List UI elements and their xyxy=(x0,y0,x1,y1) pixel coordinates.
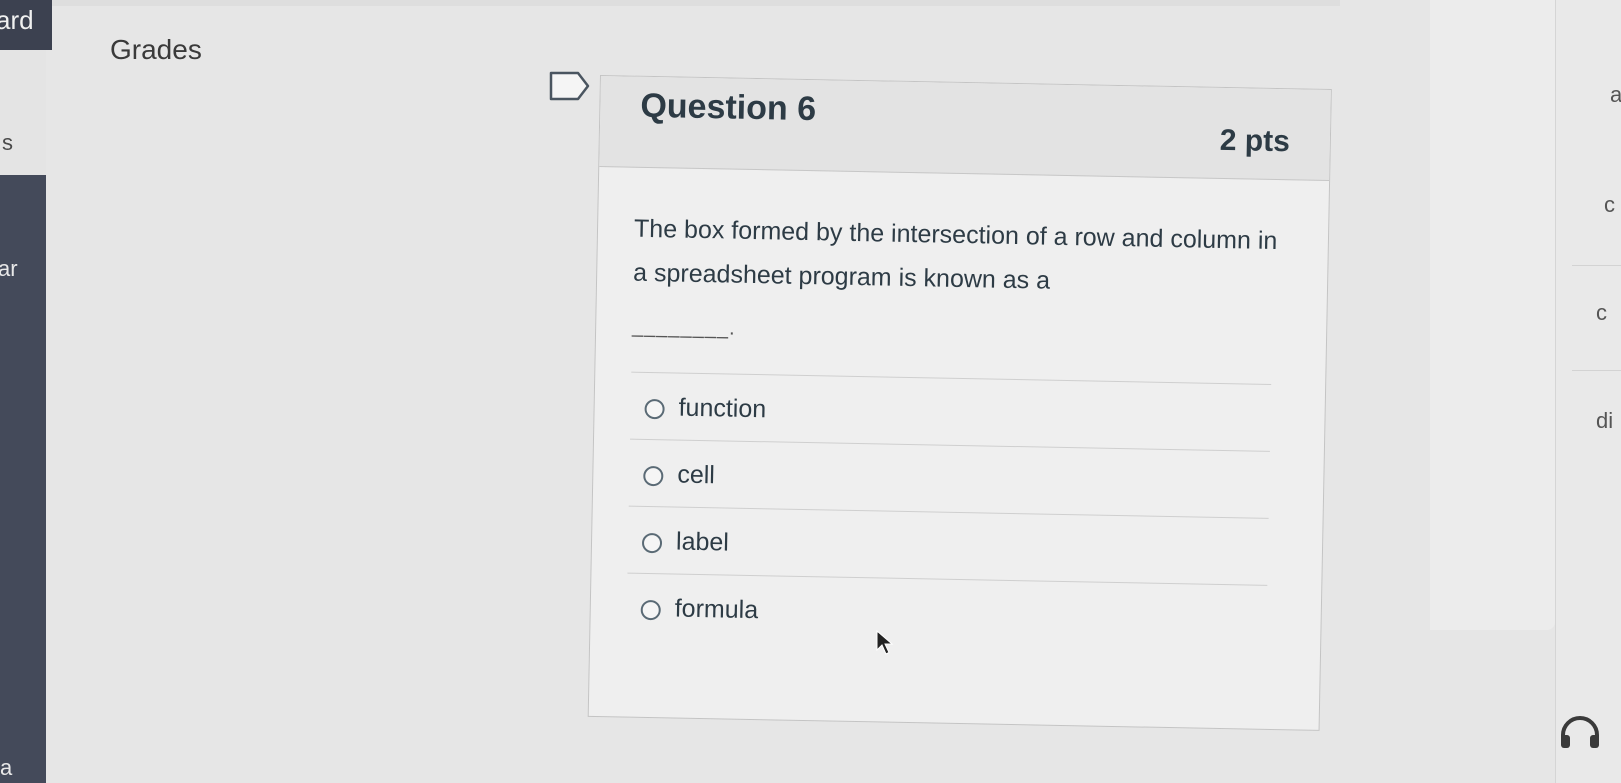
answer-option[interactable]: label xyxy=(627,505,1269,585)
question-text: The box formed by the intersection of a … xyxy=(632,207,1285,361)
question-body: The box formed by the intersection of a … xyxy=(632,214,1278,295)
answer-label[interactable]: formula xyxy=(674,595,759,626)
question-card: Question 6 2 pts The box formed by the i… xyxy=(587,75,1332,731)
right-edge-panel xyxy=(1555,0,1621,783)
answer-label[interactable]: cell xyxy=(677,461,715,491)
headset-icon[interactable] xyxy=(1557,713,1603,753)
divider xyxy=(1572,370,1621,371)
right-fragment: c xyxy=(1596,300,1607,325)
arrow-cursor-icon xyxy=(876,630,894,655)
right-fragment: di xyxy=(1596,408,1614,433)
nav-item-partial[interactable]: a xyxy=(0,755,12,781)
answer-list: function cell label formula xyxy=(626,371,1272,652)
question-blank: ________. xyxy=(631,315,736,340)
answer-option[interactable]: function xyxy=(630,371,1272,451)
flag-icon[interactable] xyxy=(548,70,592,102)
radio-button[interactable] xyxy=(641,532,663,554)
breadcrumb-grades[interactable]: Grades xyxy=(110,34,202,66)
radio-button[interactable] xyxy=(644,398,665,420)
nav-light-area xyxy=(0,50,46,175)
right-side-panel xyxy=(1430,0,1555,630)
radio-button[interactable] xyxy=(643,465,664,487)
nav-item-dashboard[interactable]: ard xyxy=(0,0,52,50)
nav-item-calendar[interactable]: ar xyxy=(0,256,18,282)
radio-button[interactable] xyxy=(640,599,661,621)
question-header: Question 6 2 pts xyxy=(599,76,1331,182)
question-points: 2 pts xyxy=(1219,123,1291,159)
answer-option[interactable]: formula xyxy=(626,572,1268,652)
answer-label[interactable]: function xyxy=(678,394,766,425)
nav-item-courses[interactable]: s xyxy=(2,130,13,156)
nav-fragment-label: ard xyxy=(0,5,34,35)
question-title: Question 6 xyxy=(640,86,817,129)
answer-option[interactable]: cell xyxy=(628,438,1270,518)
top-border xyxy=(0,0,1340,6)
right-fragment: a xyxy=(1610,82,1621,107)
divider xyxy=(1572,265,1621,266)
right-fragment: c xyxy=(1604,192,1615,217)
answer-label[interactable]: label xyxy=(676,528,729,558)
